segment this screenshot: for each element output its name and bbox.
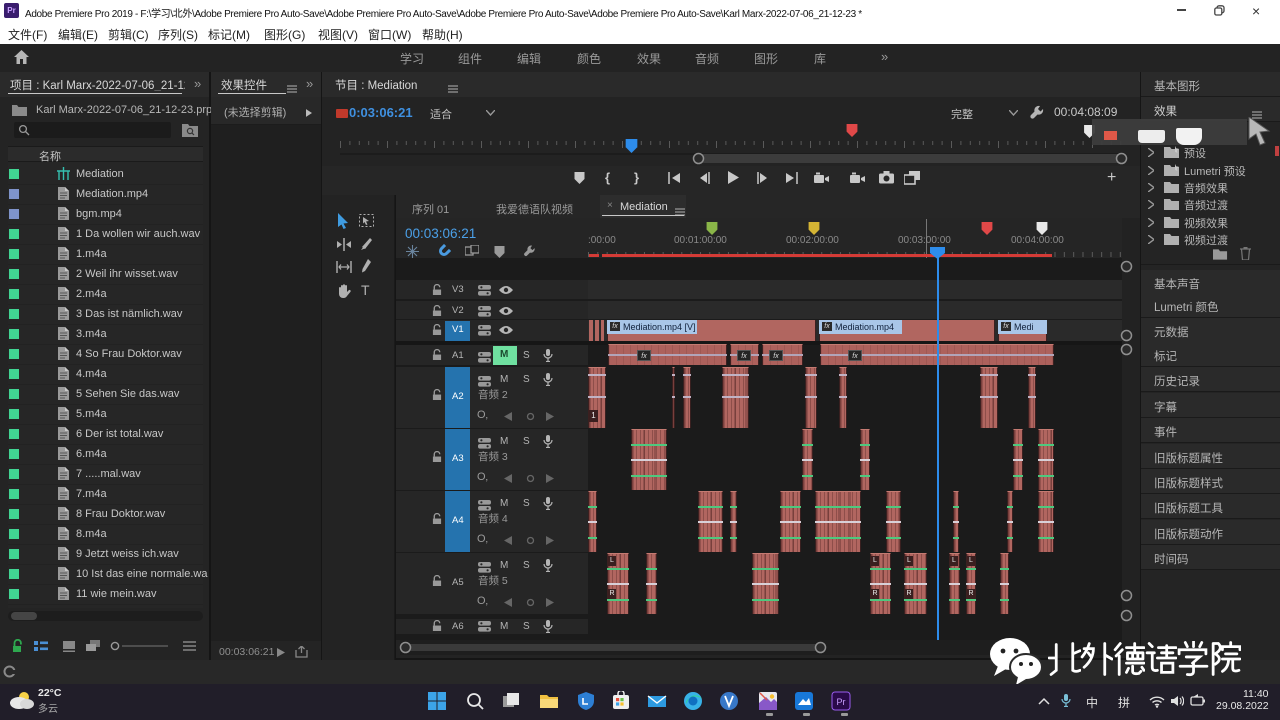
svg-text:Pr: Pr [837, 697, 846, 707]
